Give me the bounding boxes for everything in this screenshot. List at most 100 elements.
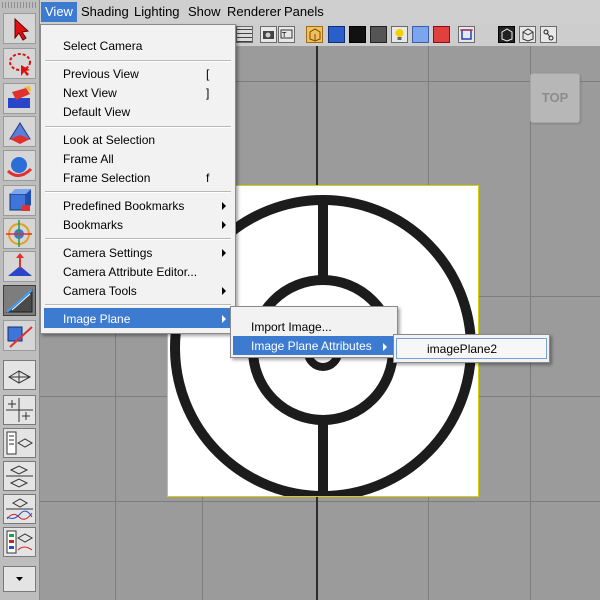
outliner-layout-button[interactable]: [3, 428, 36, 458]
wireframe-on-shaded-button[interactable]: [498, 26, 515, 43]
viewcube[interactable]: TOP: [530, 73, 580, 123]
menu-item-frame-all[interactable]: Frame All: [63, 152, 114, 167]
isolate-icon: [460, 29, 473, 40]
hypershade-layout-button[interactable]: [3, 527, 36, 557]
lasso-icon: [9, 53, 31, 76]
svg-text:T: T: [281, 31, 287, 39]
two-view-layout-icon: [6, 465, 33, 488]
outliner-layout-icon: [6, 431, 34, 455]
image-plane-attributes-submenu: imagePlane2: [393, 334, 550, 363]
move-tool-button[interactable]: [3, 116, 36, 147]
menu-lighting[interactable]: Lighting: [134, 4, 180, 20]
menu-item-bookmarks[interactable]: Bookmarks: [63, 218, 123, 233]
last-tool-icon: [7, 326, 33, 348]
four-view-layout-icon: [6, 398, 33, 422]
menu-renderer[interactable]: Renderer: [227, 4, 281, 20]
all-lights-button[interactable]: [391, 26, 408, 43]
menu-item-camera-attribute-editor[interactable]: Camera Attribute Editor...: [63, 265, 197, 280]
cube-outline-icon: [501, 28, 513, 42]
select-tool-button[interactable]: [3, 13, 36, 44]
show-manipulator-button[interactable]: [3, 285, 36, 316]
smooth-shade-button[interactable]: [328, 26, 345, 43]
menu-item-import-image[interactable]: Import Image...: [251, 320, 332, 335]
two-view-layout-button[interactable]: [3, 461, 36, 491]
menu-separator: [45, 238, 231, 240]
four-view-layout-button[interactable]: [3, 395, 36, 425]
wireframe-cube-icon: [309, 28, 321, 42]
flat-shade-button[interactable]: [349, 26, 366, 43]
menu-panels[interactable]: Panels: [284, 4, 324, 20]
menu-item-image-plane[interactable]: Image Plane: [63, 312, 130, 327]
wireframe-shaded-button[interactable]: [306, 26, 323, 43]
chevron-down-icon: [16, 577, 23, 581]
menu-item-image-plane-attributes[interactable]: Image Plane Attributes: [251, 339, 372, 354]
graph-editor-layout-icon: [6, 498, 33, 520]
menu-item-camera-tools[interactable]: Camera Tools: [63, 284, 137, 299]
last-tool-button[interactable]: [3, 320, 36, 351]
show-manipulator-icon: [5, 288, 33, 313]
menu-item-imageplane2[interactable]: imagePlane2: [427, 342, 497, 357]
menu-item-camera-settings[interactable]: Camera Settings: [63, 246, 152, 261]
shortcut-frame-selection: f: [206, 171, 210, 185]
select-arrow-icon: [14, 17, 30, 41]
submenu-arrow-icon: [222, 202, 226, 210]
resolution-gate-button[interactable]: T: [278, 26, 295, 43]
menu-separator: [45, 126, 231, 128]
move-icon: [9, 122, 31, 144]
submenu-arrow-icon: [222, 315, 226, 323]
camera-icon: [263, 31, 274, 39]
view-menu: Select Camera Previous View [ Next View …: [40, 24, 236, 334]
panel-toolbar: T: [236, 24, 600, 47]
submenu-arrow-icon: [222, 249, 226, 257]
universal-manipulator-icon: [6, 220, 32, 247]
lasso-tool-button[interactable]: [3, 48, 36, 79]
resolution-gate-icon: T: [280, 29, 293, 39]
xray-button[interactable]: [433, 26, 450, 43]
viewcube-label: TOP: [541, 90, 569, 105]
shortcut-previous-view: [: [206, 67, 210, 81]
grid-toggle-button[interactable]: [236, 26, 253, 43]
rotate-icon: [6, 157, 33, 177]
light-bulb-icon: [395, 29, 404, 40]
universal-manipulator-button[interactable]: [3, 218, 36, 249]
submenu-arrow-icon: [222, 287, 226, 295]
textured-button[interactable]: [412, 26, 429, 43]
scale-tool-button[interactable]: [3, 185, 36, 216]
scale-icon: [9, 189, 31, 211]
single-perspective-layout-icon: [8, 370, 32, 384]
menu-shading[interactable]: Shading: [81, 4, 129, 20]
menu-item-previous-view[interactable]: Previous View: [63, 67, 139, 82]
soft-modification-button[interactable]: [3, 251, 36, 282]
toolbox-grip[interactable]: [2, 2, 36, 8]
bounding-box-icon: [522, 28, 534, 42]
menu-separator: [45, 304, 231, 306]
grid-line: [40, 501, 600, 502]
menu-show[interactable]: Show: [188, 4, 221, 20]
menu-separator: [45, 60, 231, 62]
menu-item-frame-selection[interactable]: Frame Selection: [63, 171, 150, 186]
bounding-box-button[interactable]: [519, 26, 536, 43]
paint-select-icon: [8, 86, 31, 108]
menu-item-select-camera[interactable]: Select Camera: [63, 39, 142, 54]
camera-attributes-button[interactable]: [260, 26, 277, 43]
soft-modification-icon: [8, 253, 32, 276]
graph-editor-layout-button[interactable]: [3, 494, 36, 524]
joint-xray-button[interactable]: [540, 26, 557, 43]
shortcut-next-view: ]: [206, 86, 210, 100]
menu-view[interactable]: View: [41, 2, 77, 22]
default-lighting-button[interactable]: [370, 26, 387, 43]
single-perspective-layout-button[interactable]: [3, 360, 36, 390]
paint-select-tool-button[interactable]: [3, 83, 36, 114]
menu-item-predefined-bookmarks[interactable]: Predefined Bookmarks: [63, 199, 184, 214]
menu-item-next-view[interactable]: Next View: [63, 86, 117, 101]
layout-options-button[interactable]: [3, 566, 36, 592]
submenu-arrow-icon: [383, 343, 387, 351]
toolbox: [0, 0, 40, 600]
joint-icon: [543, 29, 554, 41]
menu-separator: [45, 191, 231, 193]
isolate-select-button[interactable]: [458, 26, 475, 43]
menu-item-look-at-selection[interactable]: Look at Selection: [63, 133, 155, 148]
rotate-tool-button[interactable]: [3, 150, 36, 181]
hypershade-layout-icon: [6, 530, 34, 554]
menu-item-default-view[interactable]: Default View: [63, 105, 130, 120]
